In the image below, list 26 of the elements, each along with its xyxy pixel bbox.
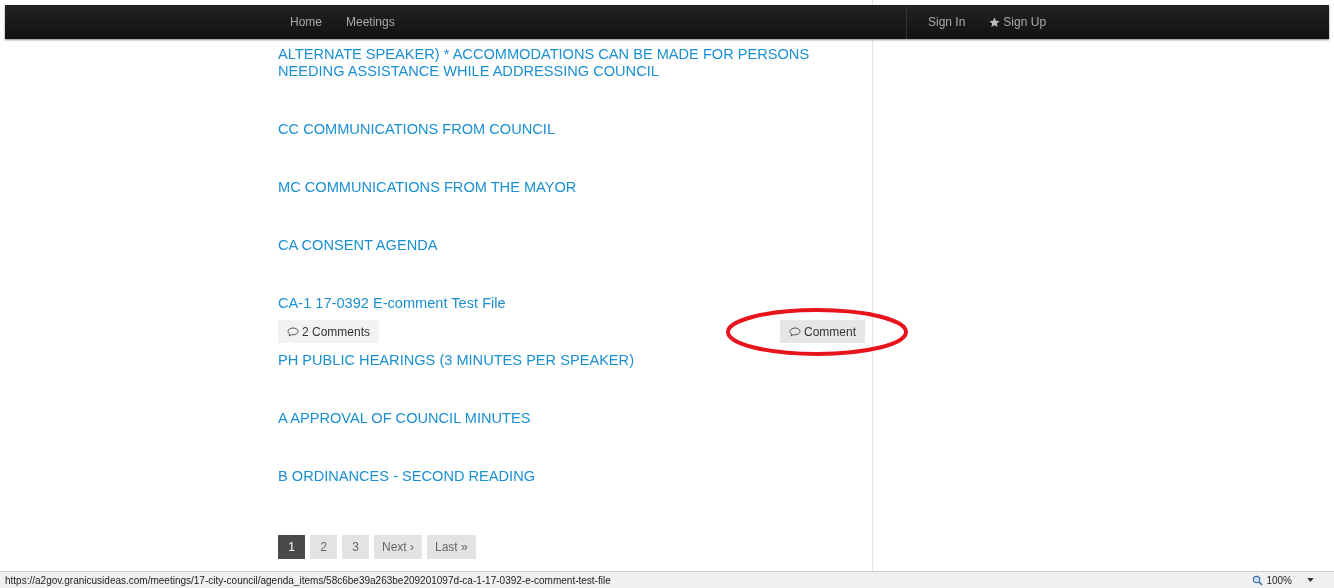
agenda-item-link[interactable]: A APPROVAL OF COUNCIL MINUTES — [278, 410, 818, 427]
agenda-item-link[interactable]: ALTERNATE SPEAKER) * ACCOMMODATIONS CAN BE MADE FOR PERSONS NEEDING ASSISTANCE WHILE ADDRESSING COUNCIL — [278, 46, 818, 80]
nav-link[interactable]: Home — [278, 5, 334, 39]
agenda-item-link[interactable]: CC COMMUNICATIONS FROM COUNCIL — [278, 121, 818, 138]
page-button[interactable]: 2 — [310, 535, 337, 559]
comments-button[interactable]: 2 Comments — [278, 320, 380, 343]
agenda-item-link[interactable]: CA CONSENT AGENDA — [278, 237, 818, 254]
nav-link[interactable]: Meetings — [334, 5, 407, 39]
caret-icon[interactable] — [1307, 578, 1314, 582]
page-button[interactable]: 1 — [278, 535, 305, 559]
page-button[interactable]: Last » — [427, 535, 476, 559]
zoom-level[interactable]: 100% — [1266, 574, 1292, 586]
comment-button[interactable]: Comment — [780, 320, 865, 343]
speech-bubble-icon — [287, 326, 299, 337]
zoom-icon — [1252, 574, 1264, 586]
agenda-item-link[interactable]: PH PUBLIC HEARINGS (3 MINUTES PER SPEAKER) — [278, 352, 818, 369]
nav-link[interactable]: Sign Up — [977, 5, 1059, 39]
agenda-item-link[interactable]: B ORDINANCES - SECOND READING — [278, 468, 818, 485]
star-icon — [989, 16, 1001, 28]
page-button[interactable]: 3 — [342, 535, 369, 559]
speech-bubble-icon — [789, 326, 801, 337]
agenda-item-link[interactable]: MC COMMUNICATIONS FROM THE MAYOR — [278, 179, 818, 196]
agenda-item-link[interactable]: CA-1 17-0392 E-comment Test File — [278, 295, 818, 312]
status-url: https://a2gov.granicusideas.com/meetings/17-city-council/agenda_items/58c6be39a263be209201097d-ca-1-17-0392-e-comment-test-file — [4, 574, 611, 586]
page-button[interactable]: Next › — [374, 535, 422, 559]
nav-link[interactable]: Sign In — [916, 5, 978, 39]
